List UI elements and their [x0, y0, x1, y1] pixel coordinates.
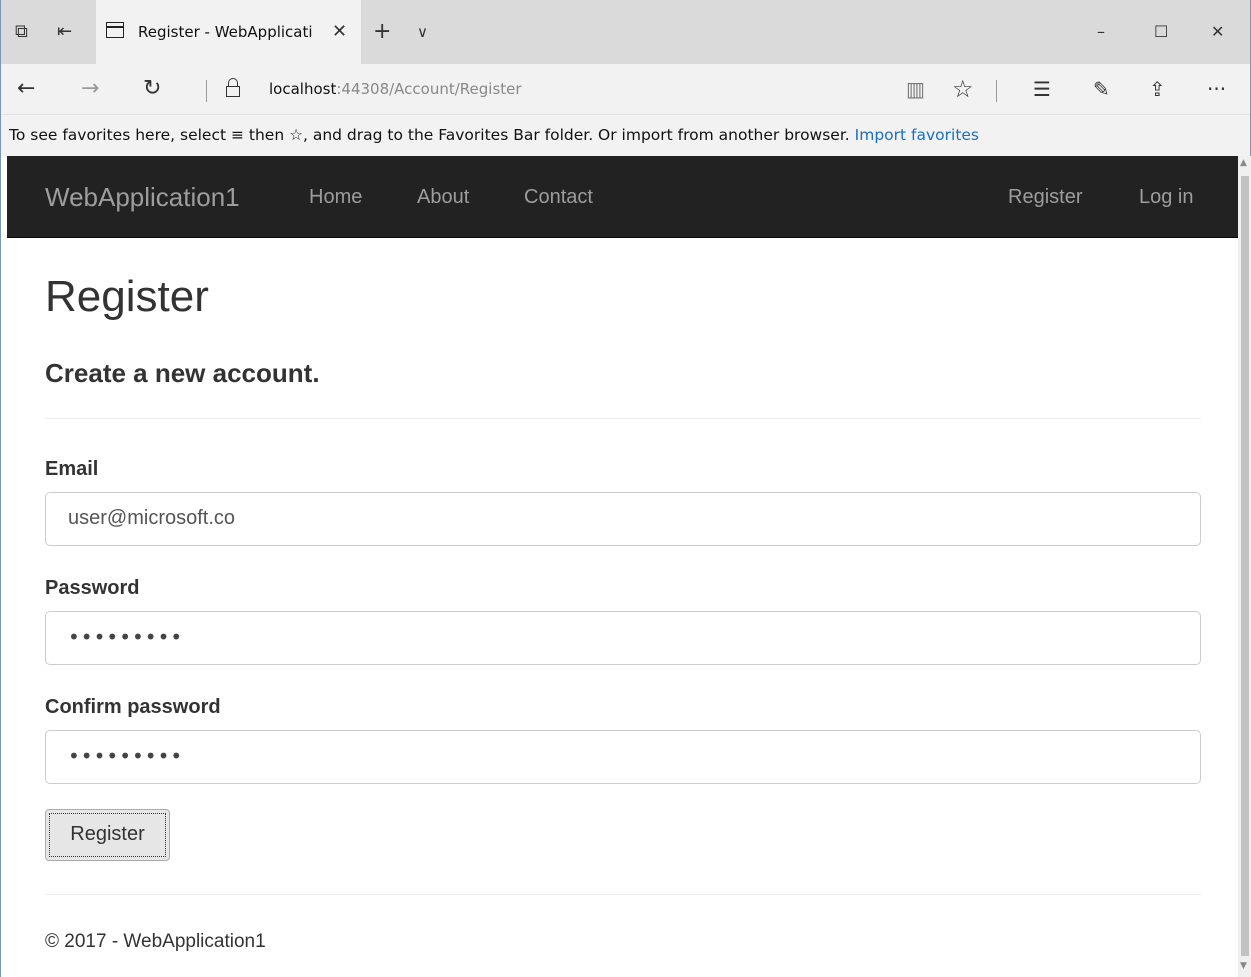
email-label: Email [45, 458, 99, 480]
favorites-hint: To see favorites here, select ≡ then ☆, … [9, 126, 850, 144]
footer-copyright: © 2017 - WebApplication1 [45, 931, 266, 952]
scroll-thumb[interactable] [1241, 176, 1249, 956]
page-icon [106, 22, 124, 38]
refresh-icon[interactable]: ↻ [143, 64, 161, 114]
confirm-password-value: ••••••••• [68, 744, 184, 768]
chevron-down-icon[interactable]: ∨ [417, 0, 428, 64]
web-note-icon[interactable]: ✎ [1093, 64, 1110, 114]
forward-arrow-icon[interactable]: → [81, 64, 99, 114]
email-field[interactable]: user@microsoft.co [45, 492, 1201, 546]
tab-manager-icon[interactable]: ⧉ [15, 0, 28, 64]
page-subtitle: Create a new account. [45, 358, 320, 388]
favorite-star-icon[interactable]: ☆ [952, 64, 974, 114]
nav-link-home[interactable]: Home [309, 156, 362, 238]
lock-icon [226, 78, 240, 98]
reading-view-icon[interactable]: ▥ [906, 64, 925, 114]
confirm-password-field[interactable]: ••••••••• [45, 730, 1201, 784]
nav-link-about[interactable]: About [417, 156, 469, 238]
navbar-brand[interactable]: WebApplication1 [45, 156, 240, 238]
toolbar-divider [996, 80, 997, 102]
tab-bar: ⧉ ⇤ Register - WebApplicati ✕ + ∨ – ☐ ✕ [1, 0, 1250, 64]
favorites-message: To see favorites here, select ≡ then ☆, … [9, 115, 979, 155]
nav-link-register[interactable]: Register [1008, 156, 1082, 238]
share-icon[interactable]: ⇪ [1149, 64, 1166, 114]
nav-link-login[interactable]: Log in [1139, 156, 1194, 238]
hub-icon[interactable]: ☰ [1033, 64, 1051, 114]
divider [45, 894, 1201, 895]
page-title: Register [45, 272, 209, 321]
password-value: ••••••••• [68, 625, 184, 649]
import-favorites-link[interactable]: Import favorites [855, 126, 979, 144]
confirm-password-label: Confirm password [45, 696, 221, 718]
back-arrow-icon[interactable]: ← [17, 64, 35, 114]
browser-window: ⧉ ⇤ Register - WebApplicati ✕ + ∨ – ☐ ✕ … [0, 0, 1251, 977]
tab-close-icon[interactable]: ✕ [332, 0, 347, 64]
url-path: :44308/Account/Register [336, 80, 522, 98]
address-toolbar: ← → ↻ localhost:44308/Account/Register ▥… [1, 64, 1250, 114]
toolbar-divider [206, 80, 207, 102]
register-button-label: Register [70, 823, 145, 845]
address-bar[interactable]: localhost:44308/Account/Register [269, 64, 522, 114]
divider [45, 418, 1201, 419]
password-label: Password [45, 577, 140, 599]
favorites-bar: To see favorites here, select ≡ then ☆, … [1, 114, 1250, 156]
register-button[interactable]: Register [45, 809, 170, 861]
set-aside-tabs-icon[interactable]: ⇤ [57, 0, 72, 64]
window-close-icon[interactable]: ✕ [1211, 0, 1224, 64]
password-field[interactable]: ••••••••• [45, 611, 1201, 665]
email-value: user@microsoft.co [68, 507, 236, 529]
more-icon[interactable]: ··· [1207, 64, 1226, 114]
new-tab-icon[interactable]: + [373, 0, 391, 64]
site-navbar: WebApplication1 Home About Contact Regis… [7, 156, 1238, 238]
maximize-icon[interactable]: ☐ [1154, 0, 1168, 64]
scroll-down-icon[interactable]: ▼ [1240, 961, 1247, 971]
url-host: localhost [269, 80, 337, 98]
vertical-scrollbar[interactable]: ▲ ▼ [1238, 156, 1251, 977]
nav-link-contact[interactable]: Contact [524, 156, 593, 238]
minimize-icon[interactable]: – [1097, 0, 1105, 64]
tab-title: Register - WebApplicati [138, 23, 313, 41]
page-viewport: WebApplication1 Home About Contact Regis… [7, 156, 1238, 977]
scroll-up-icon[interactable]: ▲ [1240, 158, 1247, 168]
browser-tab[interactable]: Register - WebApplicati ✕ [96, 0, 361, 64]
